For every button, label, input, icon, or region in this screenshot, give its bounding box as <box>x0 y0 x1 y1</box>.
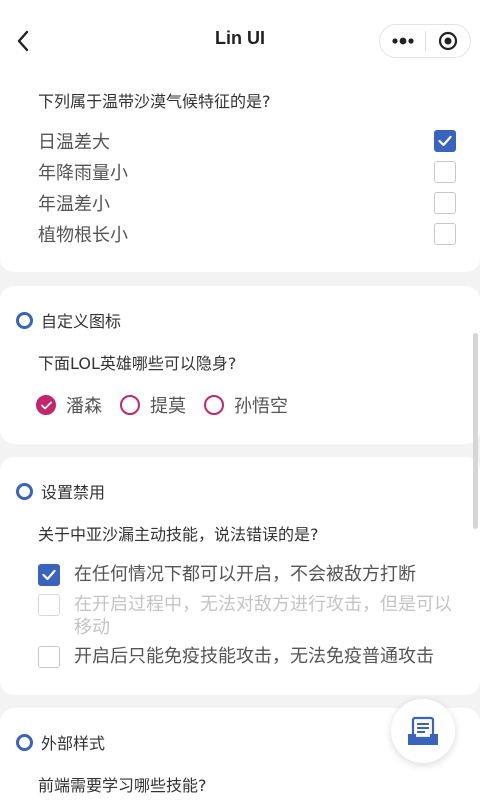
question-text: 下面LOL英雄哪些可以隐身? <box>38 354 237 373</box>
checkbox-option[interactable]: 开启后只能免疫技能攻击，无法免疫普通攻击 <box>38 645 458 668</box>
option-label: 在开启过程中，无法对敌方进行攻击，但是可以移动 <box>74 594 452 638</box>
option-label: 潘森 <box>66 396 102 417</box>
option-label: 孙悟空 <box>234 396 288 417</box>
ring-icon <box>16 482 33 500</box>
more-dots-icon <box>391 37 414 45</box>
option-label: 植物根长小 <box>38 225 128 246</box>
section-header: 外部样式 <box>16 730 105 754</box>
question-text: 前端需要学习哪些技能? <box>38 776 207 795</box>
option-label: 年降雨量小 <box>38 163 128 184</box>
custom-option[interactable]: 孙悟空 <box>204 392 288 418</box>
section-title: 外部样式 <box>41 734 106 753</box>
option-label: 在任何情况下都可以开启，不会被敌方打断 <box>74 564 416 585</box>
checkbox-unchecked[interactable] <box>434 223 456 245</box>
checkbox-checked[interactable] <box>38 564 60 586</box>
custom-option[interactable]: 潘森 <box>36 392 102 418</box>
checkbox-option[interactable]: 年降雨量小 <box>38 159 456 185</box>
checkbox-checked[interactable] <box>434 130 456 152</box>
question-text: 关于中亚沙漏主动技能，说法错误的是? <box>38 525 319 544</box>
round-unchecked-icon[interactable] <box>204 395 224 415</box>
section-title: 自定义图标 <box>41 312 122 331</box>
floating-action-button[interactable] <box>391 699 455 763</box>
custom-icon-options: 潘森 提莫 孙悟空 <box>36 392 306 418</box>
checkmark-icon <box>42 569 56 581</box>
round-check-icon[interactable] <box>36 395 56 415</box>
checkbox-option[interactable]: 年温差小 <box>38 190 456 216</box>
option-label: 开启后只能免疫技能攻击，无法免疫普通攻击 <box>74 646 434 667</box>
scrollbar[interactable] <box>473 333 478 529</box>
target-icon <box>438 31 458 51</box>
checkbox-disabled <box>38 594 60 616</box>
checkbox-unchecked[interactable] <box>434 192 456 214</box>
option-label: 提莫 <box>150 396 186 417</box>
question-text: 下列属于温带沙漠气候特征的是? <box>38 92 271 111</box>
navigation-bar: Lin UI <box>0 0 480 80</box>
checkbox-card-disabled: 设置禁用 关于中亚沙漏主动技能，说法错误的是? 在任何情况下都可以开启，不会被敌… <box>0 457 480 695</box>
option-label: 年温差小 <box>38 194 110 215</box>
checkbox-option[interactable]: 在任何情况下都可以开启，不会被敌方打断 <box>38 563 458 586</box>
custom-option[interactable]: 提莫 <box>120 392 186 418</box>
more-button[interactable] <box>380 25 425 57</box>
checkbox-card-basic: 下列属于温带沙漠气候特征的是? 日温差大 年降雨量小 年温差小 植物根长小 <box>0 80 480 272</box>
checkbox-unchecked[interactable] <box>38 646 60 668</box>
ring-icon <box>16 733 33 751</box>
section-header: 设置禁用 <box>16 479 105 503</box>
ring-icon <box>16 311 33 329</box>
mini-program-capsule <box>379 24 471 58</box>
checkbox-card-custom-icon: 自定义图标 下面LOL英雄哪些可以隐身? 潘森 提莫 孙悟空 <box>0 286 480 444</box>
close-mini-program-button[interactable] <box>426 25 470 57</box>
checkbox-option[interactable]: 日温差大 <box>38 128 456 154</box>
checkbox-unchecked[interactable] <box>434 161 456 183</box>
document-icon <box>408 716 438 745</box>
option-label: 日温差大 <box>38 132 110 153</box>
checkbox-option[interactable]: 植物根长小 <box>38 221 456 247</box>
checkmark-icon <box>438 135 452 147</box>
section-title: 设置禁用 <box>41 483 106 502</box>
round-unchecked-icon[interactable] <box>120 395 140 415</box>
section-header: 自定义图标 <box>16 308 121 332</box>
checkbox-option-disabled: 在开启过程中，无法对敌方进行攻击，但是可以移动 <box>38 593 458 639</box>
